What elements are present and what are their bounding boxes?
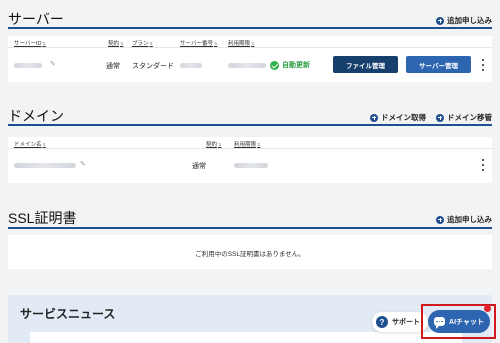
server-manage-button[interactable]: サーバー管理 [406, 56, 471, 73]
ssl-empty-message: ご利用中のSSL証明書はありません。 [195, 251, 305, 258]
domain-name-redacted [14, 163, 76, 168]
domain-expiry-redacted [234, 163, 268, 168]
news-title: サービスニュース [20, 307, 116, 321]
news-list [30, 332, 462, 343]
sort-icon: ⇅ [42, 141, 46, 147]
domain-get-link[interactable]: ドメイン取得 [370, 112, 426, 123]
col-expiry[interactable]: 利用期限 ⇅ [228, 39, 255, 48]
server-plan: スタンダード [132, 63, 174, 70]
chat-icon [434, 317, 446, 329]
server-title: サーバー [8, 11, 64, 27]
col-plan[interactable]: プラン ⇅ [132, 39, 153, 48]
domain-header: ドメイン ドメイン取得 ドメイン移管 [8, 101, 492, 123]
domain-transfer-link[interactable]: ドメイン移管 [436, 112, 492, 123]
ai-chat-label: AIチャット [449, 318, 484, 326]
server-table-head: サーバーID ⇅ 契約 ⇅ プラン ⇅ サーバー番号 ⇅ 利用期限 ⇅ [8, 36, 492, 48]
server-contract: 通常 [106, 63, 120, 70]
ssl-header: SSL証明書 追加申し込み [8, 203, 492, 225]
plus-icon [436, 16, 444, 25]
sort-icon: ⇅ [257, 141, 261, 147]
ssl-divider [8, 227, 492, 229]
plus-icon [370, 113, 378, 122]
support-button[interactable]: ? サポート [372, 312, 428, 332]
file-manage-button[interactable]: ファイル管理 [333, 56, 398, 73]
server-divider [8, 27, 492, 29]
pencil-icon[interactable]: ✎ [80, 161, 87, 168]
pencil-icon[interactable]: ✎ [50, 61, 57, 68]
server-table: サーバーID ⇅ 契約 ⇅ プラン ⇅ サーバー番号 ⇅ 利用期限 ⇅ ✎ 通常 スタンダ… [8, 36, 492, 82]
plus-icon [436, 215, 444, 224]
auto-renew-badge: 自動更新 [270, 60, 310, 70]
domain-contract: 通常 [192, 163, 206, 170]
col-domain-expiry[interactable]: 利用期限 ⇅ [234, 140, 261, 149]
col-contract[interactable]: 契約 ⇅ [108, 39, 124, 48]
sort-icon: ⇅ [42, 40, 46, 46]
domain-table: ドメイン名 ⇅ 契約 ⇅ 利用期限 ⇅ ✎ 通常 [8, 137, 492, 183]
plus-icon [436, 113, 444, 122]
server-add-label: 追加申し込み [447, 16, 492, 25]
col-server-id[interactable]: サーバーID ⇅ [14, 39, 46, 48]
domain-title: ドメイン [8, 108, 64, 124]
domain-table-head: ドメイン名 ⇅ 契約 ⇅ 利用期限 ⇅ [8, 137, 492, 149]
col-domain-name[interactable]: ドメイン名 ⇅ [14, 140, 46, 149]
kebab-icon[interactable] [481, 159, 485, 171]
kebab-icon[interactable] [481, 59, 485, 71]
sort-icon: ⇅ [213, 40, 218, 46]
domain-row: ✎ 通常 [8, 149, 492, 183]
ssl-title: SSL証明書 [8, 210, 77, 226]
support-label: サポート [392, 319, 420, 326]
sort-icon: ⇅ [251, 40, 255, 46]
sort-icon: ⇅ [218, 141, 222, 147]
notification-dot [484, 305, 491, 312]
col-domain-contract[interactable]: 契約 ⇅ [206, 140, 222, 149]
server-expiry-redacted [228, 63, 266, 68]
sort-icon: ⇅ [120, 40, 124, 46]
domain-divider [8, 124, 492, 126]
server-header: サーバー 追加申し込み [8, 4, 492, 26]
sort-icon: ⇅ [149, 40, 153, 46]
server-row: ✎ 通常 スタンダード 自動更新 ファイル管理 サーバー管理 [8, 48, 492, 82]
question-icon: ? [376, 316, 388, 328]
ai-chat-button[interactable]: AIチャット [428, 310, 490, 333]
ssl-panel: ご利用中のSSL証明書はありません。 [8, 235, 492, 269]
ssl-add-link[interactable]: 追加申し込み [436, 214, 492, 225]
server-id-redacted [14, 63, 42, 68]
server-number-redacted [180, 63, 202, 68]
server-add-link[interactable]: 追加申し込み [436, 15, 492, 26]
col-server-number[interactable]: サーバー番号 ⇅ [180, 39, 218, 48]
check-icon [270, 60, 279, 70]
